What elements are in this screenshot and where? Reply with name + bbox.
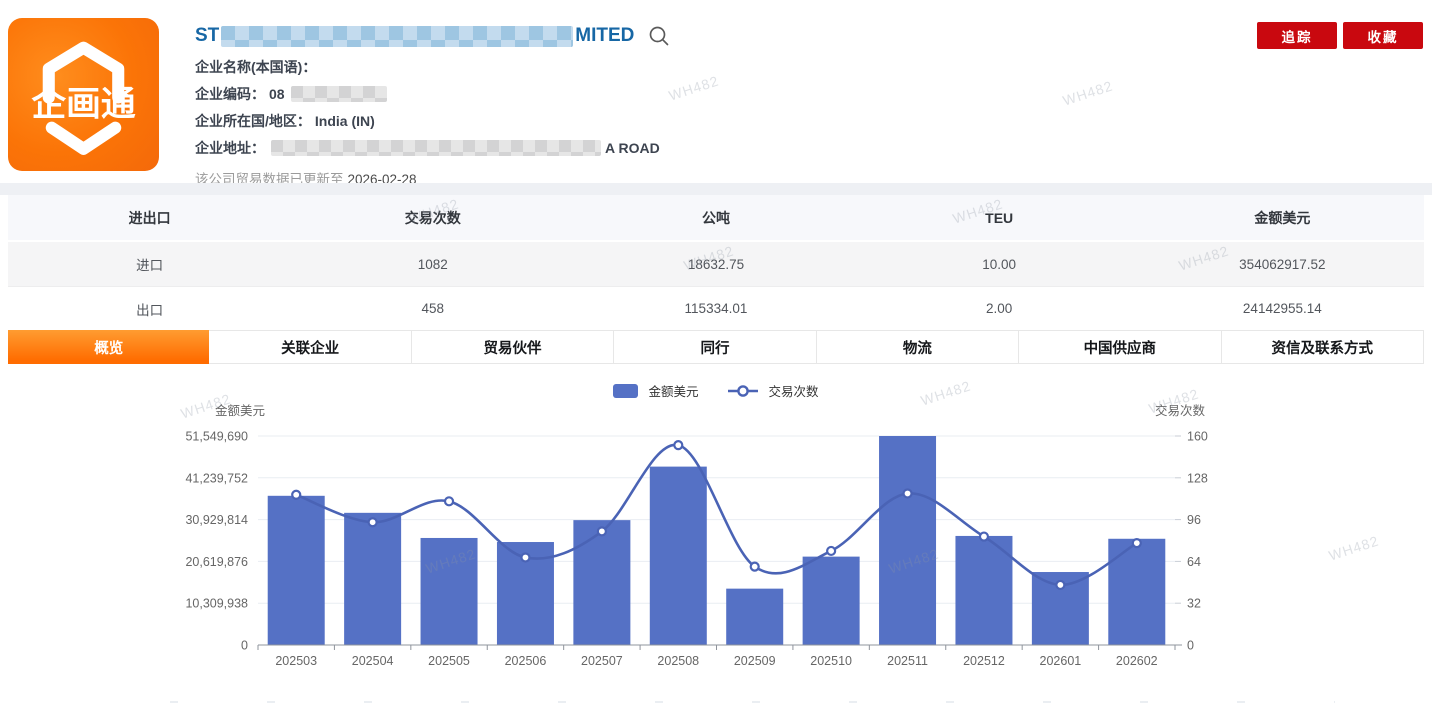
svg-text:96: 96 (1187, 513, 1201, 527)
svg-text:202510: 202510 (810, 654, 852, 668)
svg-text:202511: 202511 (887, 654, 928, 668)
col-header-teu: TEU (858, 210, 1141, 226)
cell: 24142955.14 (1141, 301, 1424, 316)
svg-text:41,239,752: 41,239,752 (185, 471, 248, 485)
company-info: ST MITED 企业名称(本国语)： 企业编码： 08 企业所在国/地区： In… (195, 24, 670, 188)
field-label: 企业所在国/地区： (195, 111, 311, 131)
table-row-import: 进口 1082 18632.75 10.00 354062917.52 (8, 240, 1424, 286)
svg-text:202505: 202505 (428, 654, 470, 668)
field-value: A ROAD (605, 140, 660, 156)
cell: 18632.75 (574, 257, 857, 272)
company-name-redacted (221, 26, 573, 47)
favorite-button[interactable]: 收藏 (1343, 22, 1423, 49)
svg-text:64: 64 (1187, 555, 1201, 569)
table-row-export: 出口 458 115334.01 2.00 24142955.14 (8, 286, 1424, 330)
cell: 458 (291, 301, 574, 316)
tab-peers[interactable]: 同行 (614, 330, 816, 364)
svg-text:128: 128 (1187, 471, 1208, 485)
monthly-trend-chart-section: 金额美元 交易次数 0 0 10,309,938 32 20,619,876 64 30,9… (0, 364, 1432, 705)
cell: 115334.01 (574, 301, 857, 316)
svg-text:202507: 202507 (581, 654, 623, 668)
svg-text:202504: 202504 (352, 654, 394, 668)
cell: 354062917.52 (1141, 257, 1424, 272)
chart-legend: 金额美元 交易次数 (0, 364, 1432, 398)
field-label: 企业编码： (195, 84, 265, 104)
company-name-prefix: ST (195, 25, 219, 47)
svg-text:160: 160 (1187, 430, 1208, 444)
address-redacted (271, 140, 601, 156)
svg-text:金额美元: 金额美元 (215, 403, 265, 418)
tab-related-companies[interactable]: 关联企业 (209, 330, 411, 364)
field-company-code: 企业编码： 08 (195, 85, 670, 102)
header-actions: 追踪 收藏 (1257, 22, 1423, 49)
cell: 2.00 (858, 301, 1141, 316)
svg-text:交易次数: 交易次数 (1155, 403, 1206, 418)
search-icon[interactable] (648, 25, 670, 47)
field-country: 企业所在国/地区： India (IN) (195, 112, 670, 129)
tab-credit-contact[interactable]: 资信及联系方式 (1222, 330, 1424, 364)
col-header-direction: 进出口 (8, 208, 291, 228)
qihuatong-logo: 企画通 (8, 18, 159, 171)
col-header-transactions: 交易次数 (291, 208, 574, 228)
svg-text:202601: 202601 (1040, 654, 1082, 668)
field-native-name: 企业名称(本国语)： (195, 58, 670, 75)
logo-text: 企画通 (31, 84, 135, 124)
svg-text:20,619,876: 20,619,876 (185, 555, 248, 569)
amount-legend-swatch[interactable] (613, 384, 638, 398)
svg-text:202509: 202509 (734, 654, 776, 668)
company-code-redacted (291, 86, 387, 102)
transactions-legend-icon[interactable] (727, 384, 759, 398)
svg-text:10,309,938: 10,309,938 (185, 597, 248, 611)
company-name-suffix: MITED (575, 25, 634, 47)
tab-logistics[interactable]: 物流 (817, 330, 1019, 364)
svg-text:32: 32 (1187, 597, 1201, 611)
cell: 进口 (8, 254, 291, 274)
field-value: India (IN) (315, 113, 375, 129)
cell: 出口 (8, 299, 291, 319)
company-name: ST MITED (195, 24, 670, 48)
tab-china-suppliers[interactable]: 中国供应商 (1019, 330, 1221, 364)
field-value: 08 (269, 86, 285, 102)
section-divider (0, 183, 1432, 195)
field-label: 企业名称(本国语)： (195, 57, 316, 77)
col-header-amount-usd: 金额美元 (1141, 208, 1424, 228)
company-trade-profile-page: 企画通 ST MITED 企业名称(本国语)： 企业编码： 08 企业所在国/地区… (0, 0, 1432, 705)
field-address: 企业地址： A ROAD (195, 139, 670, 156)
svg-text:202503: 202503 (275, 654, 317, 668)
tab-trade-partners[interactable]: 贸易伙伴 (412, 330, 614, 364)
shield-logo-icon: 企画通 (8, 18, 159, 171)
svg-text:202508: 202508 (657, 654, 699, 668)
col-header-metric-tons: 公吨 (574, 208, 857, 228)
table-header-row: 进出口 交易次数 公吨 TEU 金额美元 (8, 195, 1424, 240)
svg-text:202506: 202506 (505, 654, 547, 668)
next-section-peek (170, 701, 1335, 703)
section-tabs: 概览 关联企业 贸易伙伴 同行 物流 中国供应商 资信及联系方式 (8, 330, 1424, 364)
svg-text:51,549,690: 51,549,690 (185, 430, 248, 444)
svg-text:30,929,814: 30,929,814 (185, 513, 248, 527)
field-label: 企业地址： (195, 138, 265, 158)
svg-text:0: 0 (1187, 639, 1194, 653)
svg-text:0: 0 (241, 639, 248, 653)
trend-chart: 0 0 10,309,938 32 20,619,876 64 30,929,814 96 41… (0, 398, 1432, 698)
svg-text:202602: 202602 (1116, 654, 1158, 668)
company-header: 企画通 ST MITED 企业名称(本国语)： 企业编码： 08 企业所在国/地区… (0, 0, 1432, 183)
tab-overview[interactable]: 概览 (8, 330, 209, 364)
cell: 1082 (291, 257, 574, 272)
trade-summary-table: 进出口 交易次数 公吨 TEU 金额美元 进口 1082 18632.75 10… (8, 195, 1424, 330)
track-button[interactable]: 追踪 (1257, 22, 1337, 49)
svg-text:202512: 202512 (963, 654, 1005, 668)
cell: 10.00 (858, 257, 1141, 272)
